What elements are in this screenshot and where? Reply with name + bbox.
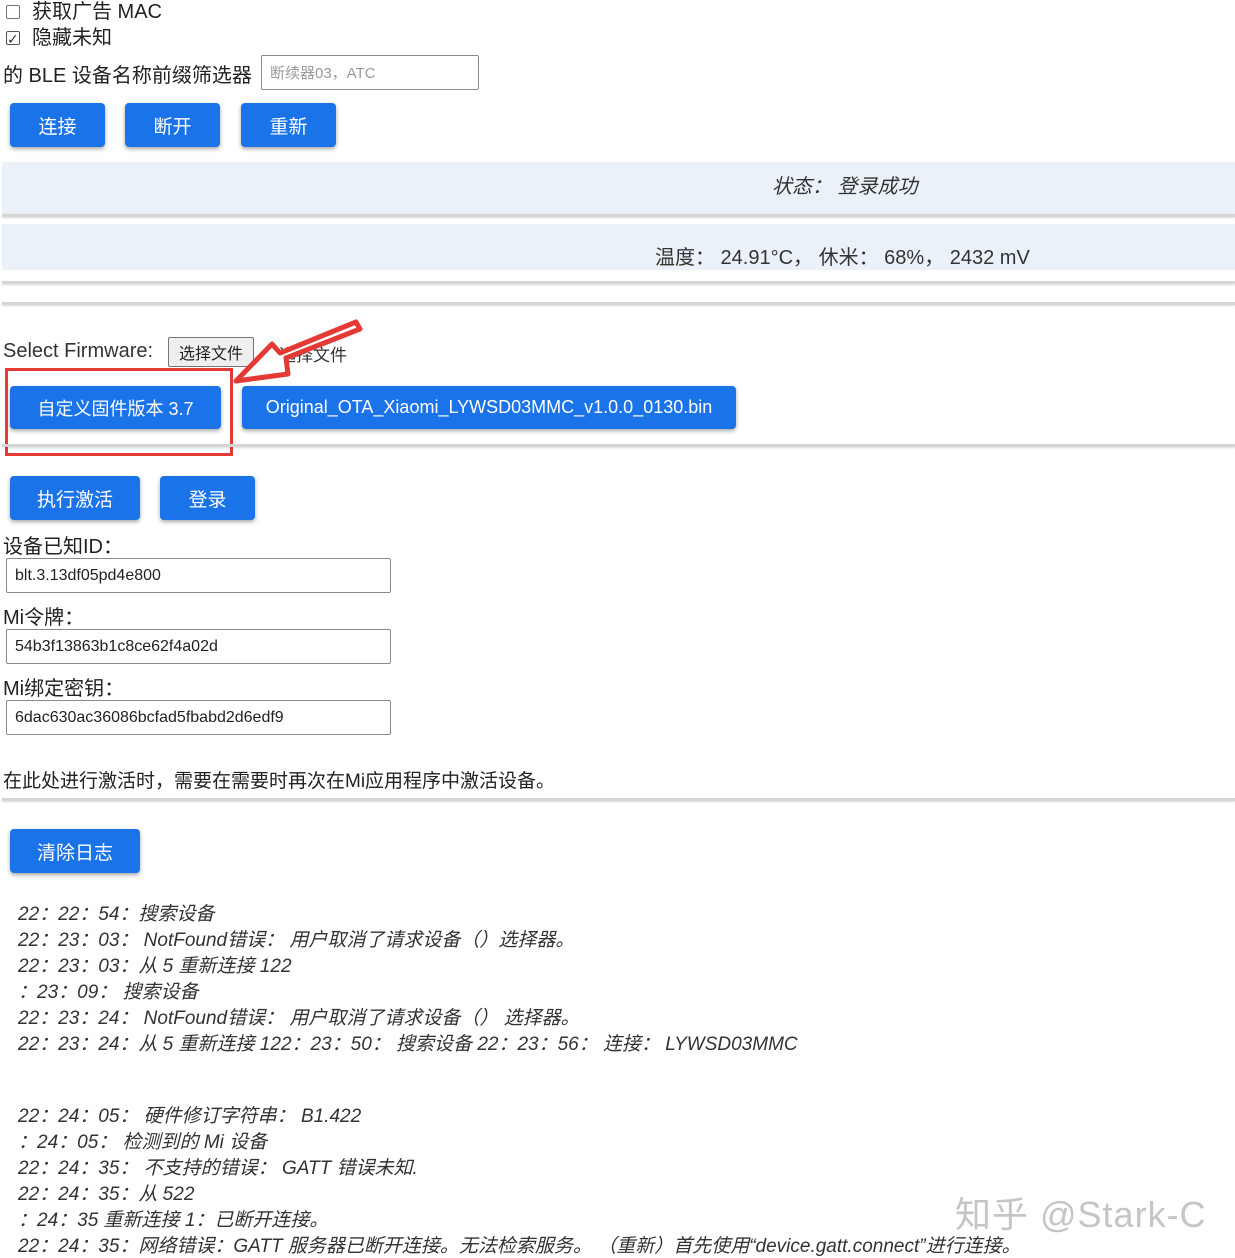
- device-id-label: 设备已知ID：: [3, 536, 123, 558]
- reconnect-button[interactable]: 重新: [241, 103, 336, 147]
- login-button[interactable]: 登录: [160, 476, 255, 520]
- status-text: 状态： 登录成功: [772, 176, 918, 198]
- pointer-arrow-icon: [233, 319, 363, 384]
- divider: [2, 281, 1235, 284]
- log-line: 22：23：24： NotFound错误： 用户取消了请求设备（） 选择器。: [18, 1008, 580, 1029]
- device-id-field[interactable]: blt.3.13df05pd4e800: [6, 558, 391, 593]
- sensor-readings: 温度： 24.91°C， 休米： 68%， 2432 mV: [655, 247, 1030, 269]
- log-line: 22：23：24：从 5 重新连接 122：23：50： 搜索设备 22：23：…: [18, 1034, 798, 1055]
- divider: [2, 214, 1235, 217]
- connect-button[interactable]: 连接: [10, 103, 105, 147]
- disconnect-button[interactable]: 断开: [125, 103, 220, 147]
- log-line: 22：24：35：从 522: [18, 1184, 195, 1205]
- clear-log-button[interactable]: 清除日志: [10, 829, 140, 873]
- highlight-box: [5, 368, 233, 456]
- filter-label: 的 BLE 设备名称前缀筛选器: [3, 65, 252, 87]
- log-line: 22：24：35：网络错误：GATT 服务器已断开连接。无法检索服务。 （重新）…: [18, 1236, 1021, 1257]
- log-line: ：24：05： 检测到的 Mi 设备: [18, 1132, 268, 1153]
- hide-unknown-checkbox[interactable]: [6, 27, 20, 51]
- log-line: 22：24：35： 不支持的错误： GATT 错误未知.: [18, 1158, 418, 1179]
- hide-unknown-label: 隐藏未知: [32, 27, 112, 49]
- hide-unknown-option: 隐藏未知: [6, 26, 112, 51]
- divider: [2, 444, 1235, 447]
- filter-input[interactable]: 断续器03，ATC: [261, 55, 479, 90]
- firmware-label: Select Firmware:: [3, 340, 154, 362]
- activate-button[interactable]: 执行激活: [10, 476, 140, 520]
- activation-note: 在此处进行激活时，需要在需要时再次在Mi应用程序中激活设备。: [3, 771, 556, 792]
- log-line: ：24：35 重新连接 1：已断开连接。: [18, 1210, 329, 1231]
- divider: [2, 798, 1235, 801]
- log-line: 22：23：03：从 5 重新连接 122: [18, 956, 292, 977]
- mi-token-field[interactable]: 54b3f13863b1c8ce62f4a02d: [6, 629, 391, 664]
- log-line: 22：23：03： NotFound错误： 用户取消了请求设备（）选择器。: [18, 930, 575, 951]
- mi-token-label: Mi令牌：: [3, 607, 85, 629]
- original-firmware-button[interactable]: Original_OTA_Xiaomi_LYWSD03MMC_v1.0.0_01…: [242, 386, 736, 429]
- get-ad-mac-checkbox[interactable]: [6, 5, 20, 19]
- readings-band: [2, 224, 1235, 270]
- watermark: 知乎 @Stark-C: [955, 1194, 1207, 1235]
- status-band: [2, 162, 1235, 214]
- log-line: 22：24：05： 硬件修订字符串： B1.422: [18, 1106, 362, 1127]
- bind-key-field[interactable]: 6dac630ac36086bcfad5fbabd2d6edf9: [6, 700, 391, 735]
- get-ad-mac-label: 获取广告 MAC: [32, 1, 162, 23]
- get-ad-mac-option: 获取广告 MAC: [6, 0, 162, 24]
- log-line: 22：22：54：搜索设备: [18, 904, 215, 925]
- bind-key-label: Mi绑定密钥：: [3, 678, 125, 700]
- log-line: ：23：09： 搜索设备: [18, 982, 199, 1003]
- divider: [2, 302, 1235, 305]
